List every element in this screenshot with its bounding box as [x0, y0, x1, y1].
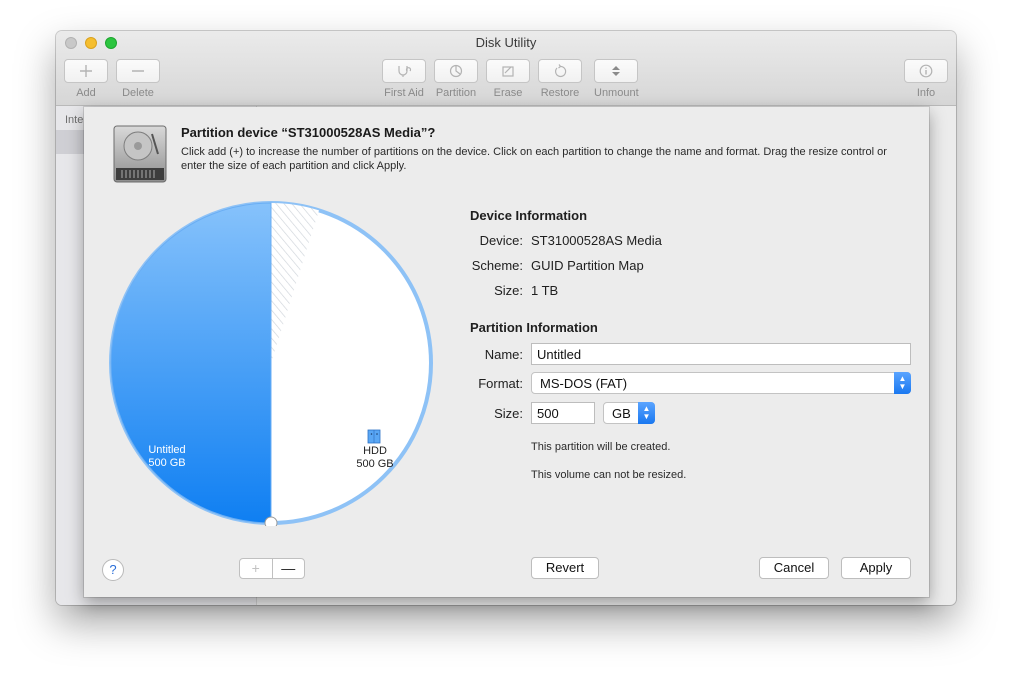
device-value: ST31000528AS Media — [531, 233, 662, 248]
window-title: Disk Utility — [475, 35, 537, 50]
resize-handle[interactable] — [264, 516, 278, 526]
size-unit-popup[interactable]: GB ▲ ▼ — [603, 402, 655, 424]
slice-label-untitled-name: Untitled — [148, 444, 185, 456]
pie-slice-untitled[interactable] — [110, 202, 272, 524]
toolbar-delete[interactable]: Delete — [116, 59, 160, 99]
toolbar-add-label: Add — [76, 87, 96, 99]
unmount-icon[interactable] — [594, 59, 638, 83]
hard-drive-icon — [113, 125, 167, 183]
device-info-heading: Device Information — [470, 208, 588, 223]
volume-resize-note: This volume can not be resized. — [531, 469, 687, 481]
slice-label-hdd-name: HDD — [363, 445, 387, 457]
finder-volume-icon — [367, 429, 381, 444]
restore-icon[interactable] — [538, 59, 582, 83]
format-label: Format: — [478, 376, 523, 391]
partition-add-remove-control: + — — [239, 558, 305, 579]
toolbar-add[interactable]: Add — [64, 59, 108, 99]
format-popup-value: MS-DOS (FAT) — [540, 376, 628, 391]
partition-sheet: Partition device “ST31000528AS Media”? C… — [84, 107, 929, 597]
sidebar-section-header: Inte — [65, 114, 84, 126]
info-icon[interactable] — [904, 59, 948, 83]
partition-pie-icon[interactable] — [434, 59, 478, 83]
partition-pie-chart: Untitled 500 GB HDD 500 GB — [109, 201, 433, 526]
erase-icon[interactable] — [486, 59, 530, 83]
format-popup[interactable]: MS-DOS (FAT) ▲ ▼ — [531, 372, 911, 394]
toolbar-first-aid[interactable]: First Aid — [382, 59, 426, 99]
partition-size-field[interactable]: 500 — [531, 402, 595, 424]
device-size-value: 1 TB — [531, 283, 559, 298]
toolbar-info-label: Info — [916, 87, 936, 99]
toolbar-erase[interactable]: Erase — [486, 59, 530, 99]
title-bar: Disk Utility Add Delete First Aid Partit… — [56, 31, 956, 106]
partition-created-note: This partition will be created. — [531, 441, 671, 453]
cancel-button[interactable]: Cancel — [759, 557, 829, 579]
sheet-title: Partition device “ST31000528AS Media”? — [181, 125, 436, 140]
toolbar-partition-label: Partition — [435, 87, 477, 99]
sheet-description: Click add (+) to increase the number of … — [181, 146, 887, 172]
revert-button[interactable]: Revert — [531, 557, 599, 579]
partition-info-heading: Partition Information — [470, 320, 598, 335]
add-icon[interactable] — [64, 59, 108, 83]
minus-icon[interactable] — [116, 59, 160, 83]
device-size-label: Size: — [494, 283, 523, 298]
toolbar-unmount-label: Unmount — [594, 87, 639, 99]
slice-label-hdd-size: 500 GB — [356, 458, 393, 470]
toolbar-first-aid-label: First Aid — [384, 87, 424, 99]
size-unit-value: GB — [612, 406, 631, 421]
chevron-updown-icon: ▲ ▼ — [894, 372, 911, 394]
partition-name-field[interactable]: Untitled — [531, 343, 911, 365]
toolbar-partition[interactable]: Partition — [434, 59, 478, 99]
toolbar-unmount[interactable]: Unmount — [594, 59, 639, 99]
toolbar-delete-label: Delete — [122, 87, 154, 99]
partition-size-label: Size: — [494, 406, 523, 421]
add-partition-button[interactable]: + — [240, 559, 273, 578]
name-label: Name: — [484, 347, 523, 362]
apply-button[interactable]: Apply — [841, 557, 911, 579]
toolbar-info[interactable]: Info — [904, 59, 948, 99]
toolbar-restore-label: Restore — [540, 87, 580, 99]
help-button[interactable]: ? — [102, 559, 124, 581]
scheme-label: Scheme: — [471, 258, 523, 273]
toolbar-restore[interactable]: Restore — [538, 59, 582, 99]
toolbar-erase-label: Erase — [493, 87, 523, 99]
remove-partition-button[interactable]: — — [273, 559, 305, 578]
slice-label-untitled-size: 500 GB — [148, 457, 185, 469]
stethoscope-icon[interactable] — [382, 59, 426, 83]
scheme-value: GUID Partition Map — [531, 258, 644, 273]
device-label: Device: — [479, 233, 523, 248]
chevron-updown-icon: ▲ ▼ — [638, 402, 655, 424]
